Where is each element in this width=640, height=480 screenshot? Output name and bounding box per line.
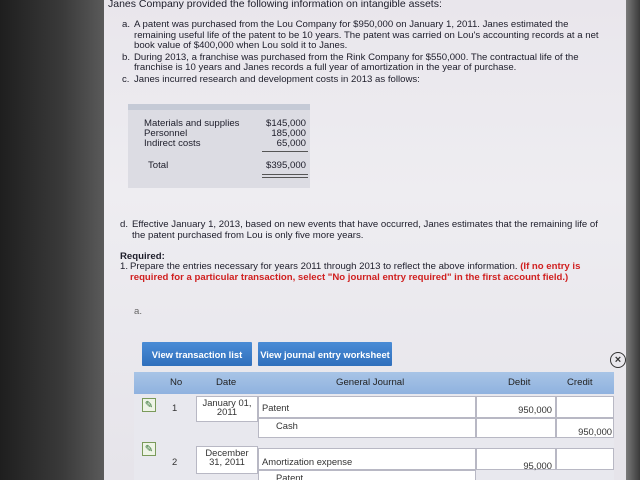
item-list: a. A patent was purchased from the Lou C… bbox=[122, 19, 602, 87]
journal-header: No Date General Journal Debit Credit bbox=[134, 372, 614, 394]
entry-date: January 01, 2011 bbox=[202, 397, 252, 417]
item-letter: d. bbox=[120, 219, 129, 230]
debit-field[interactable] bbox=[476, 418, 556, 438]
rd-cost-table: Materials and supplies $145,000 Personne… bbox=[128, 104, 310, 188]
edit-entry-icon[interactable]: ✎ bbox=[142, 398, 156, 412]
monitor-bezel-right bbox=[626, 0, 640, 480]
required-text: Prepare the entries necessary for years … bbox=[130, 261, 518, 273]
col-debit: Debit bbox=[508, 377, 531, 388]
entry-date: December 31, 2011 bbox=[205, 447, 249, 467]
cost-label: Indirect costs bbox=[144, 138, 201, 149]
item-letter: a. bbox=[122, 19, 131, 30]
debit-value: 950,000 bbox=[518, 404, 552, 415]
account-name: Patent bbox=[276, 472, 304, 480]
entry-no: 2 bbox=[172, 456, 178, 467]
account-name: Amortization expense bbox=[262, 456, 353, 467]
col-credit: Credit bbox=[567, 377, 593, 388]
edit-entry-icon[interactable]: ✎ bbox=[142, 442, 156, 456]
screen: Janes Company provided the following inf… bbox=[104, 0, 626, 480]
credit-value: 950,000 bbox=[578, 426, 612, 437]
item-b: b. During 2013, a franchise was purchase… bbox=[122, 51, 602, 74]
item-text: During 2013, a franchise was purchased f… bbox=[134, 51, 579, 74]
close-icon[interactable]: × bbox=[610, 352, 626, 368]
item-a: a. A patent was purchased from the Lou C… bbox=[122, 19, 602, 52]
credit-field[interactable] bbox=[556, 448, 614, 470]
account-name: Cash bbox=[276, 420, 298, 431]
account-field[interactable] bbox=[258, 396, 476, 418]
col-date: Date bbox=[216, 377, 237, 388]
journal-table: No Date General Journal Debit Credit ✎ 1… bbox=[134, 372, 614, 480]
item-letter: c. bbox=[122, 73, 130, 85]
item-text: Effective January 1, 2013, based on new … bbox=[132, 219, 598, 241]
total-value: $395,000 bbox=[265, 160, 306, 171]
total-label: Total bbox=[148, 160, 169, 171]
col-general-journal: General Journal bbox=[336, 377, 405, 388]
item-text: Janes incurred research and development … bbox=[134, 73, 420, 85]
subtotal-rule bbox=[262, 151, 308, 152]
required-section: Required: 1. Prepare the entries necessa… bbox=[120, 251, 610, 284]
debit-value: 95,000 bbox=[523, 460, 552, 471]
item-d: d. Effective January 1, 2013, based on n… bbox=[120, 219, 600, 242]
intro-text: Janes Company provided the following inf… bbox=[108, 0, 442, 10]
account-name: Patent bbox=[262, 402, 290, 413]
view-transaction-list-button[interactable]: View transaction list bbox=[142, 342, 252, 366]
credit-field[interactable] bbox=[556, 396, 614, 418]
cost-value: 65,000 bbox=[276, 138, 306, 149]
monitor-bezel-left bbox=[0, 0, 104, 480]
total-double-rule bbox=[262, 174, 308, 175]
col-no: No bbox=[170, 377, 183, 388]
item-c: c. Janes incurred research and developme… bbox=[122, 73, 602, 86]
view-journal-worksheet-button[interactable]: View journal entry worksheet bbox=[258, 342, 392, 366]
entry-no: 1 bbox=[172, 402, 178, 413]
total-double-rule bbox=[262, 177, 308, 178]
item-text: A patent was purchased from the Lou Comp… bbox=[134, 19, 599, 52]
part-label: a. bbox=[134, 306, 143, 317]
item-letter: b. bbox=[122, 51, 131, 63]
required-number: 1. bbox=[120, 261, 129, 273]
